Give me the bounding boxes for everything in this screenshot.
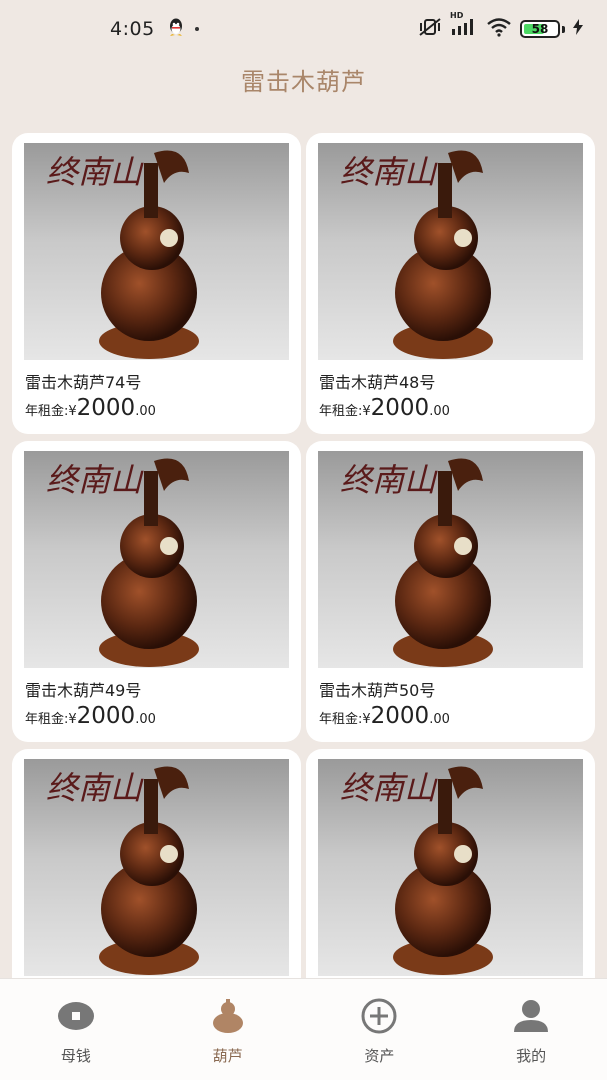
product-price: 年租金:¥ 2000 .00 — [25, 703, 156, 729]
product-card[interactable]: 终南山 雷击木葫芦50号 年租金:¥ 2000 .00 — [306, 441, 595, 742]
product-image: 终南山 — [24, 451, 289, 668]
qq-icon — [167, 17, 185, 42]
price-label: 年租金:¥ — [25, 712, 77, 727]
product-card[interactable]: 终南山 — [306, 749, 595, 978]
brand-logo: 终南山 — [46, 461, 144, 499]
price-decimal: .00 — [429, 404, 450, 419]
tab-label: 我的 — [516, 1047, 547, 1065]
status-time: 4:05 — [110, 18, 155, 40]
product-price: 年租金:¥ 2000 .00 — [319, 395, 450, 421]
battery-icon: 58 — [520, 20, 560, 38]
brand-logo: 终南山 — [46, 153, 144, 191]
product-name: 雷击木葫芦49号 — [25, 681, 142, 700]
price-label: 年租金:¥ — [25, 404, 77, 419]
network-type: HD — [450, 10, 464, 20]
plus-circle-icon — [360, 997, 398, 1035]
product-card[interactable]: 终南山 雷击木葫芦48号 年租金:¥ 2000 .00 — [306, 133, 595, 434]
price-label: 年租金:¥ — [319, 404, 371, 419]
product-card[interactable]: 终南山 雷击木葫芦74号 年租金:¥ 2000 .00 — [12, 133, 301, 434]
price-integer: 2000 — [370, 703, 430, 729]
product-image: 终南山 — [24, 759, 289, 976]
price-label: 年租金:¥ — [319, 712, 371, 727]
coin-icon — [57, 997, 95, 1035]
status-bar: 4:05 HD 58 — [0, 0, 607, 58]
brand-logo: 终南山 — [46, 769, 144, 807]
bottom-tab-bar: 母钱 葫芦 资产 我的 — [0, 978, 607, 1080]
brand-text: 终南山 — [340, 769, 438, 807]
product-price: 年租金:¥ 2000 .00 — [319, 703, 450, 729]
brand-logo: 终南山 — [340, 153, 438, 191]
brand-text: 终南山 — [46, 769, 144, 807]
price-decimal: .00 — [135, 712, 156, 727]
wifi-icon — [486, 17, 512, 42]
product-name: 雷击木葫芦74号 — [25, 373, 142, 392]
price-decimal: .00 — [429, 712, 450, 727]
tab-profile[interactable]: 我的 — [455, 979, 607, 1080]
product-price: 年租金:¥ 2000 .00 — [25, 395, 156, 421]
price-integer: 2000 — [370, 395, 430, 421]
price-integer: 2000 — [76, 703, 136, 729]
notification-dot-icon — [194, 27, 199, 31]
brand-text: 终南山 — [46, 461, 144, 499]
product-card[interactable]: 终南山 — [12, 749, 301, 978]
tab-label: 资产 — [364, 1047, 395, 1065]
product-card[interactable]: 终南山 雷击木葫芦49号 年租金:¥ 2000 .00 — [12, 441, 301, 742]
brand-text: 终南山 — [340, 153, 438, 191]
gourd-icon — [209, 997, 247, 1035]
signal-icon: HD — [450, 11, 478, 42]
charging-icon — [573, 18, 583, 40]
page-title: 雷击木葫芦 — [241, 68, 366, 96]
user-icon — [512, 997, 550, 1035]
tab-coin[interactable]: 母钱 — [0, 979, 152, 1080]
product-image: 终南山 — [318, 451, 583, 668]
tab-assets[interactable]: 资产 — [304, 979, 456, 1080]
battery-level: 58 — [531, 22, 549, 36]
product-name: 雷击木葫芦50号 — [319, 681, 436, 700]
product-image: 终南山 — [318, 759, 583, 976]
product-name: 雷击木葫芦48号 — [319, 373, 436, 392]
vibrate-off-icon — [418, 17, 442, 42]
brand-text: 终南山 — [46, 153, 144, 191]
tab-gourd[interactable]: 葫芦 — [152, 979, 304, 1080]
brand-logo: 终南山 — [340, 769, 438, 807]
tab-label: 母钱 — [60, 1047, 91, 1065]
brand-logo: 终南山 — [340, 461, 438, 499]
product-image: 终南山 — [318, 143, 583, 360]
price-decimal: .00 — [135, 404, 156, 419]
brand-text: 终南山 — [340, 461, 438, 499]
tab-label: 葫芦 — [212, 1047, 243, 1065]
price-integer: 2000 — [76, 395, 136, 421]
product-grid: 终南山 雷击木葫芦74号 年租金:¥ 2000 .00 终南山 雷击木葫芦48号… — [12, 133, 595, 978]
product-image: 终南山 — [24, 143, 289, 360]
